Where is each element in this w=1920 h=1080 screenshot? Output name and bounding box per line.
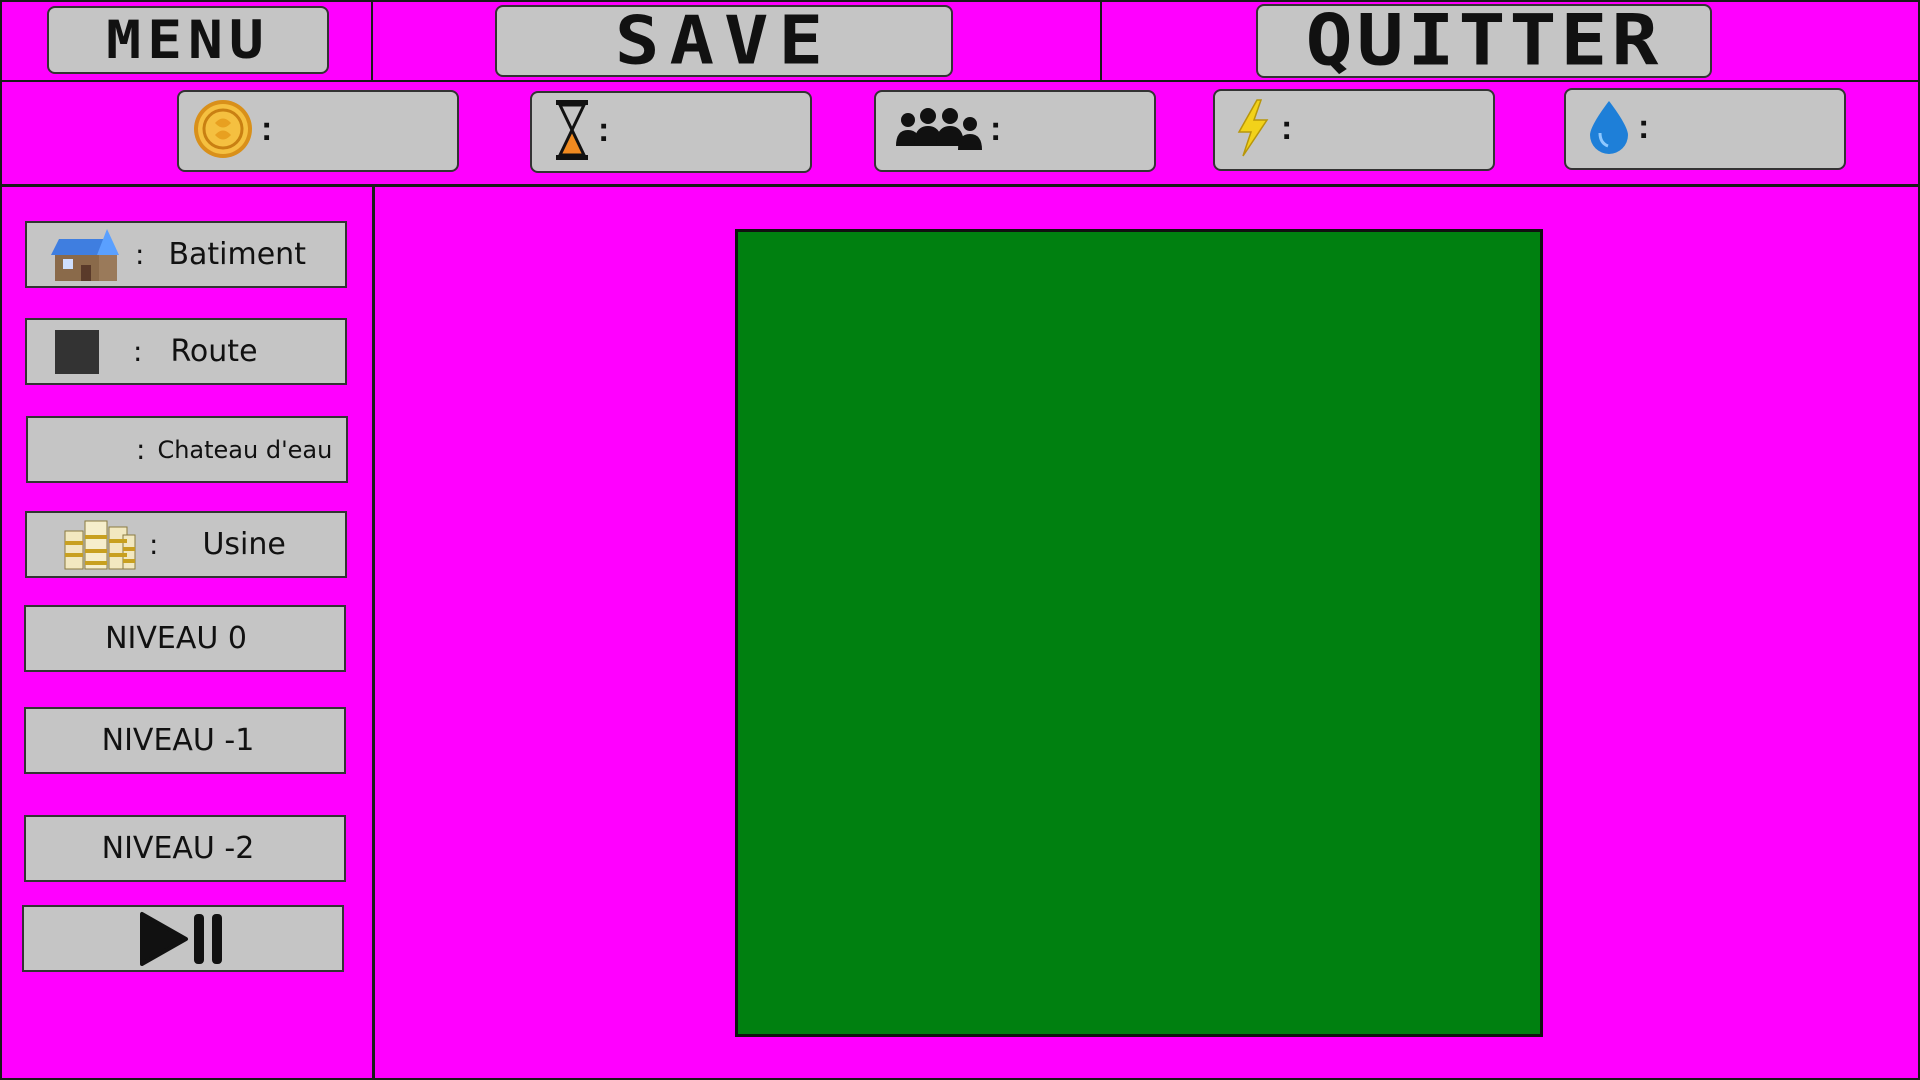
game-map[interactable] bbox=[735, 229, 1543, 1037]
water-separator: : bbox=[1638, 108, 1650, 146]
water-resource: : bbox=[1564, 88, 1846, 170]
sidebar-item-usine[interactable]: : Usine bbox=[25, 511, 347, 578]
route-separator: : bbox=[133, 335, 143, 368]
sidebar-divider bbox=[372, 186, 375, 1080]
coin-icon bbox=[193, 98, 253, 165]
level-minus-2-button[interactable]: NIVEAU -2 bbox=[24, 815, 346, 882]
factory-icon bbox=[63, 519, 137, 571]
hourglass-icon bbox=[554, 99, 590, 166]
energy-separator: : bbox=[1281, 109, 1293, 147]
outer-border-left bbox=[0, 0, 2, 1080]
sidebar-item-batiment[interactable]: : Batiment bbox=[25, 221, 347, 288]
water-drop-icon bbox=[1588, 99, 1630, 160]
sidebar-item-label: Batiment bbox=[168, 237, 306, 272]
population-icon bbox=[896, 106, 982, 157]
time-resource: : bbox=[530, 91, 812, 173]
sidebar-item-label: Usine bbox=[202, 527, 286, 562]
sidebar-item-chateau-deau[interactable]: : Chateau d'eau bbox=[26, 416, 348, 483]
top-divider-2 bbox=[1100, 0, 1102, 80]
resource-bar-separator bbox=[0, 184, 1920, 187]
level-minus-1-button[interactable]: NIVEAU -1 bbox=[24, 707, 346, 774]
level-label: NIVEAU -2 bbox=[101, 831, 255, 866]
sidebar-item-label: Route bbox=[170, 334, 258, 369]
chateau-separator: : bbox=[136, 433, 146, 466]
play-pause-icon bbox=[138, 910, 228, 968]
lightning-icon bbox=[1233, 98, 1273, 163]
energy-resource: : bbox=[1213, 89, 1495, 171]
menu-button-label: MENU bbox=[106, 9, 270, 71]
quit-button[interactable]: QUITTER bbox=[1256, 1, 1712, 82]
menu-button[interactable]: MENU bbox=[47, 6, 329, 74]
quit-button-label: QUITTER bbox=[1305, 0, 1663, 82]
time-separator: : bbox=[598, 111, 610, 149]
coin-separator: : bbox=[261, 110, 273, 148]
sidebar-item-route[interactable]: : Route bbox=[25, 318, 347, 385]
level-label: NIVEAU 0 bbox=[105, 621, 247, 656]
building-icon bbox=[49, 225, 121, 285]
top-divider-1 bbox=[371, 0, 373, 80]
coin-resource: : bbox=[177, 90, 459, 172]
save-button-label: SAVE bbox=[614, 2, 834, 80]
population-separator: : bbox=[990, 110, 1002, 148]
play-pause-button[interactable] bbox=[22, 905, 344, 972]
save-button[interactable]: SAVE bbox=[495, 2, 953, 80]
population-resource: : bbox=[874, 90, 1156, 172]
batiment-separator: : bbox=[135, 238, 145, 271]
level-0-button[interactable]: NIVEAU 0 bbox=[24, 605, 346, 672]
road-icon bbox=[55, 329, 99, 374]
usine-separator: : bbox=[149, 528, 159, 561]
level-label: NIVEAU -1 bbox=[101, 723, 255, 758]
sidebar-item-label: Chateau d'eau bbox=[157, 435, 333, 464]
